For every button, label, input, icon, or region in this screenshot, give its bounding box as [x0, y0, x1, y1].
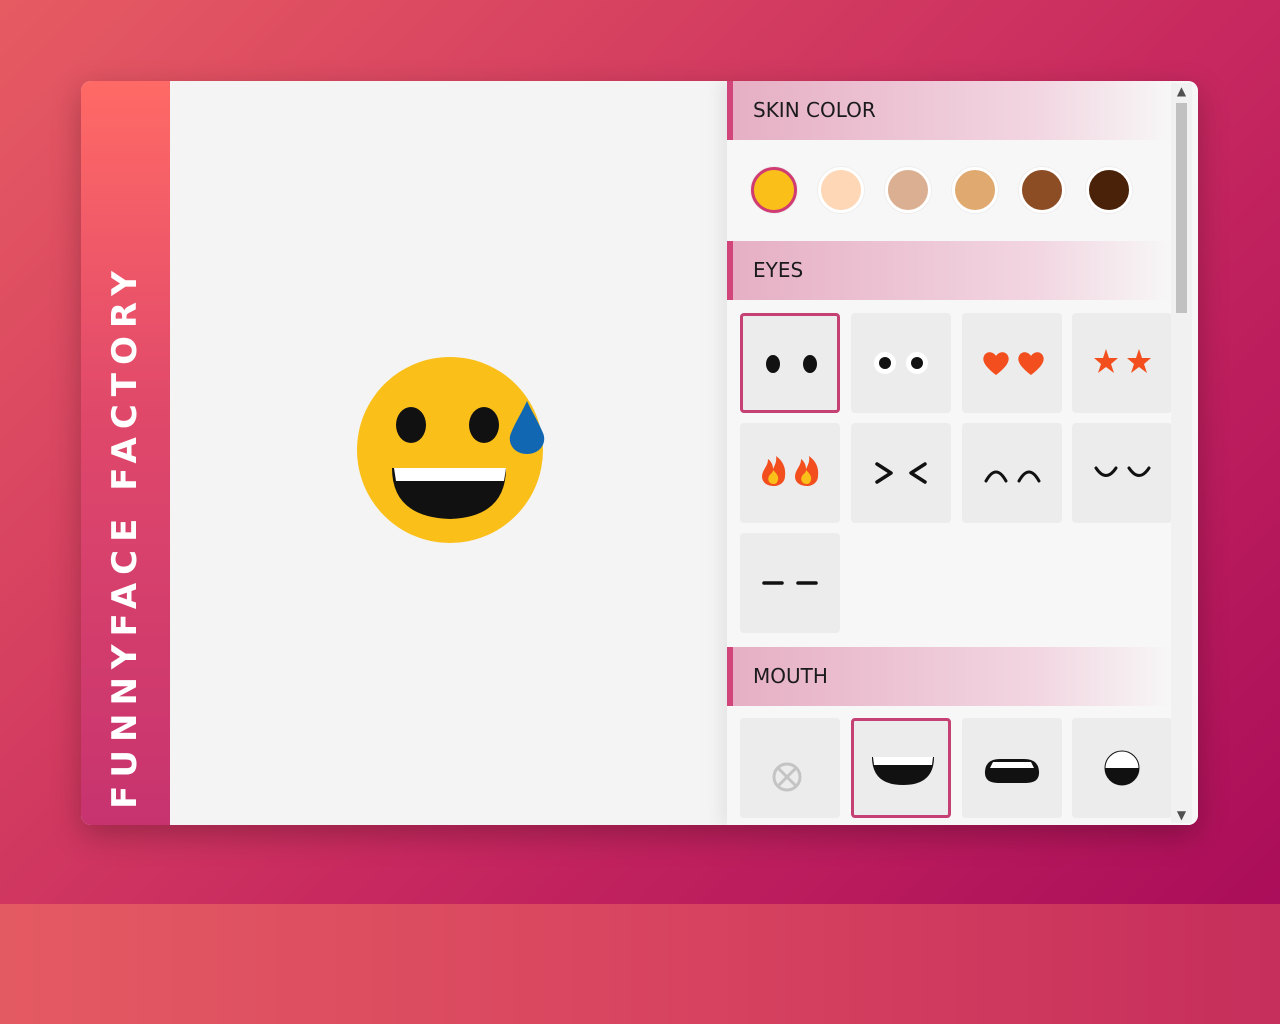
- mouth-header: MOUTH: [727, 647, 1171, 706]
- rounded-mouth-icon: [984, 759, 1040, 783]
- scrollbar-thumb[interactable]: [1176, 103, 1187, 313]
- white-dot-eyes-icon: [874, 352, 928, 374]
- no-mouth-icon: [772, 762, 802, 792]
- scroll-down-icon[interactable]: ▼: [1171, 807, 1192, 823]
- mouth-option-none[interactable]: [740, 718, 840, 818]
- face-right-eye: [469, 407, 499, 443]
- star-eyes-icon: [1094, 349, 1151, 373]
- skin-swatch-dark[interactable]: [1019, 167, 1065, 213]
- eyes-option-fire[interactable]: [740, 423, 840, 523]
- eyes-option-dots[interactable]: [740, 313, 840, 413]
- dash-eyes-icon: [762, 581, 818, 585]
- eyes-option-white-dots[interactable]: [851, 313, 951, 413]
- brand-sidebar: FUNNYFACE FACTORY: [81, 81, 170, 825]
- panel-scrollbar[interactable]: ▲ ▼: [1171, 83, 1192, 823]
- customization-panel: SKIN COLOR EYES MOUTH: [727, 81, 1198, 825]
- eyes-option-closed[interactable]: [1072, 423, 1172, 523]
- skin-color-header: SKIN COLOR: [727, 81, 1171, 140]
- brand-title: FUNNYFACE FACTORY: [105, 263, 145, 809]
- closed-eyes-icon: [1094, 466, 1151, 477]
- eyes-option-stars[interactable]: [1072, 313, 1172, 413]
- eyes-header: EYES: [727, 241, 1171, 300]
- mouth-option-big-grin[interactable]: [851, 718, 951, 818]
- face-preview-stage: [170, 81, 727, 825]
- face-preview: [357, 357, 545, 543]
- mouth-option-half-circle[interactable]: [1072, 718, 1172, 818]
- skin-swatch-darkest[interactable]: [1086, 167, 1132, 213]
- fire-eyes-icon: [762, 456, 819, 486]
- face-left-eye: [396, 407, 426, 443]
- mouth-option-rounded[interactable]: [962, 718, 1062, 818]
- heart-eyes-icon: [983, 352, 1044, 375]
- skin-swatch-yellow[interactable]: [751, 167, 797, 213]
- arc-eyes-icon: [984, 470, 1041, 483]
- app-window: FUNNYFACE FACTORY SKIN COLOR EYES MOUTH: [81, 81, 1198, 825]
- eyes-option-dashes[interactable]: [740, 533, 840, 633]
- big-grin-mouth-icon: [872, 757, 934, 785]
- eyes-option-hearts[interactable]: [962, 313, 1062, 413]
- face-teeth: [394, 468, 506, 481]
- eyes-option-arcs[interactable]: [962, 423, 1062, 523]
- skin-swatch-medium-light[interactable]: [885, 167, 931, 213]
- half-circle-mouth-icon: [1104, 750, 1140, 786]
- dots-eyes-icon: [766, 355, 817, 373]
- skin-swatch-medium[interactable]: [952, 167, 998, 213]
- scroll-up-icon[interactable]: ▲: [1171, 83, 1192, 99]
- page-background-band: [0, 904, 1280, 1024]
- eyes-option-squint[interactable]: [851, 423, 951, 523]
- skin-swatch-light[interactable]: [818, 167, 864, 213]
- squint-eyes-icon: [875, 462, 927, 484]
